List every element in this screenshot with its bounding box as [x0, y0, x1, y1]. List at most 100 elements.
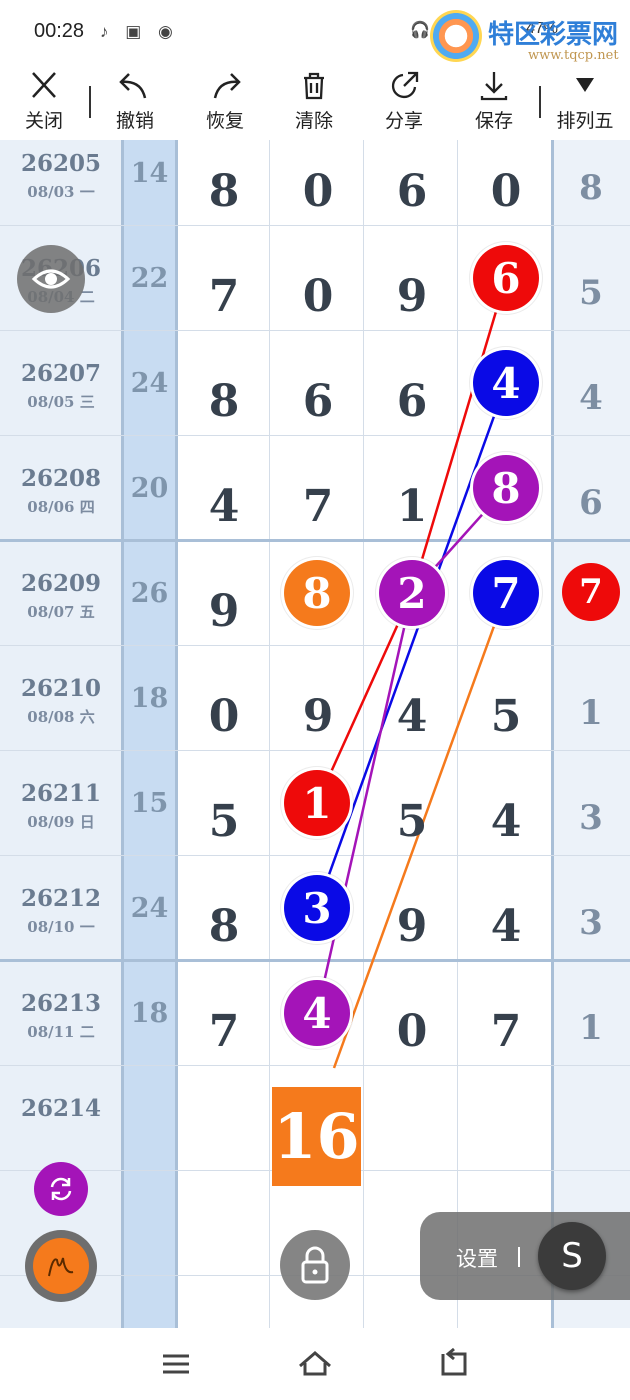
digit-cell[interactable]: 8	[177, 376, 271, 427]
clear-button[interactable]: 清除	[274, 66, 354, 140]
digit-cell[interactable]: 4	[365, 691, 459, 742]
mode-select[interactable]: 排列五	[545, 66, 625, 140]
ball-blue[interactable]: 7	[473, 560, 539, 626]
triangle-down-icon	[576, 78, 594, 92]
period-date: 08/11 二	[27, 1023, 95, 1041]
share-icon	[391, 71, 419, 99]
digit-cell[interactable]: 9	[177, 586, 271, 637]
ball-blue[interactable]: 4	[473, 350, 539, 416]
digit-cell[interactable]: 0	[271, 166, 365, 217]
pen-button[interactable]	[25, 1230, 97, 1302]
toolbar-divider	[89, 86, 91, 118]
save-button[interactable]: 保存	[454, 66, 534, 140]
digit-cell[interactable]: 8	[177, 901, 271, 952]
refresh-button[interactable]	[34, 1162, 88, 1216]
digit-cell[interactable]: 0	[177, 691, 271, 742]
watermark-url: www.tqcp.net	[528, 48, 619, 63]
last-digit-cell[interactable]: 4	[552, 378, 630, 418]
period-date: 08/07 五	[27, 603, 95, 621]
digit-cell[interactable]: 6	[365, 376, 459, 427]
close-button[interactable]: 关闭	[4, 66, 84, 140]
period-date: 08/05 三	[27, 393, 95, 411]
sum-value: 24	[130, 368, 169, 399]
toolbar: 关闭 撤销 恢复 清除 分享 保存 排列五	[0, 66, 630, 140]
share-button[interactable]: 分享	[364, 66, 444, 140]
clear-label: 清除	[294, 111, 333, 132]
red-trend-line	[410, 277, 508, 594]
last-digit-cell[interactable]: 1	[552, 1008, 630, 1048]
digit-cell[interactable]: 4	[459, 796, 553, 847]
digit-cell[interactable]: 5	[459, 691, 553, 742]
sum-box[interactable]: 16	[272, 1087, 361, 1186]
period-number: 26214	[20, 1095, 102, 1122]
last-digit-cell[interactable]: 3	[552, 798, 630, 838]
sum-value: 18	[130, 998, 169, 1029]
notification-icons: ♪ ▣ ◉	[100, 22, 179, 41]
digit-cell[interactable]: 7	[459, 1006, 553, 1057]
period-number: 26207	[20, 360, 102, 387]
share-label: 分享	[384, 111, 423, 132]
home-icon[interactable]	[295, 1346, 335, 1382]
ball-red[interactable]: 1	[284, 770, 350, 836]
settings-label[interactable]: 设置	[456, 1243, 498, 1273]
period-number: 26212	[20, 885, 102, 912]
undo-button[interactable]: 撤销	[95, 66, 175, 140]
last-digit-cell[interactable]: 8	[552, 168, 630, 208]
period-number: 26209	[20, 570, 102, 597]
redo-icon	[213, 73, 241, 99]
period-date: 08/09 日	[27, 813, 95, 831]
settings-panel[interactable]: 设置 S	[420, 1212, 630, 1300]
sum-value: 15	[130, 788, 169, 819]
headphone-icon: 🎧	[410, 22, 430, 39]
ball-orange[interactable]: 8	[284, 560, 350, 626]
watermark: 特区彩票网 www.tqcp.net	[430, 10, 630, 70]
digit-cell[interactable]: 6	[271, 376, 365, 427]
digit-cell[interactable]: 9	[271, 691, 365, 742]
digit-cell[interactable]: 1	[365, 481, 459, 532]
digit-cell[interactable]: 4	[459, 901, 553, 952]
eye-icon	[31, 269, 71, 289]
menu-icon[interactable]	[156, 1346, 196, 1382]
digit-cell[interactable]: 9	[365, 271, 459, 322]
period-number: 26205	[20, 150, 102, 177]
digit-cell[interactable]: 6	[365, 166, 459, 217]
eye-toggle-button[interactable]	[17, 245, 85, 313]
back-icon[interactable]	[434, 1346, 474, 1382]
sum-value: 14	[130, 158, 169, 189]
download-icon	[480, 72, 508, 101]
digit-cell[interactable]: 4	[177, 481, 271, 532]
lock-button[interactable]	[280, 1230, 350, 1300]
digit-cell[interactable]: 0	[271, 271, 365, 322]
sum-value: 24	[130, 893, 169, 924]
ball-purple[interactable]: 8	[473, 455, 539, 521]
lock-icon	[301, 1246, 329, 1284]
ball-blue[interactable]: 3	[284, 875, 350, 941]
digit-cell[interactable]: 0	[459, 166, 553, 217]
last-digit-cell[interactable]: 1	[552, 693, 630, 733]
digit-cell[interactable]: 0	[365, 1006, 459, 1057]
digit-cell[interactable]: 8	[177, 166, 271, 217]
digit-cell[interactable]: 9	[365, 901, 459, 952]
pen-icon	[48, 1257, 74, 1277]
digit-cell[interactable]: 7	[177, 271, 271, 322]
digit-cell[interactable]: 5	[365, 796, 459, 847]
settings-s-button[interactable]: S	[538, 1222, 606, 1290]
sum-value: 22	[130, 263, 169, 294]
ball-purple[interactable]: 4	[284, 980, 350, 1046]
refresh-icon	[50, 1177, 72, 1201]
last-digit-cell[interactable]: 6	[552, 483, 630, 523]
last-digit-cell[interactable]: 5	[552, 273, 630, 313]
sum-value: 26	[130, 578, 169, 609]
ball-red-last[interactable]: 7	[562, 563, 620, 621]
mode-label: 排列五	[556, 111, 614, 132]
ball-purple[interactable]: 2	[379, 560, 445, 626]
undo-label: 撤销	[115, 111, 154, 132]
redo-button[interactable]: 恢复	[185, 66, 265, 140]
ball-red[interactable]: 6	[473, 245, 539, 311]
digit-cell[interactable]: 7	[271, 481, 365, 532]
digit-cell[interactable]: 7	[177, 1006, 271, 1057]
last-digit-cell[interactable]: 3	[552, 903, 630, 943]
period-date: 08/03 一	[27, 183, 95, 201]
period-number: 26210	[20, 675, 102, 702]
digit-cell[interactable]: 5	[177, 796, 271, 847]
